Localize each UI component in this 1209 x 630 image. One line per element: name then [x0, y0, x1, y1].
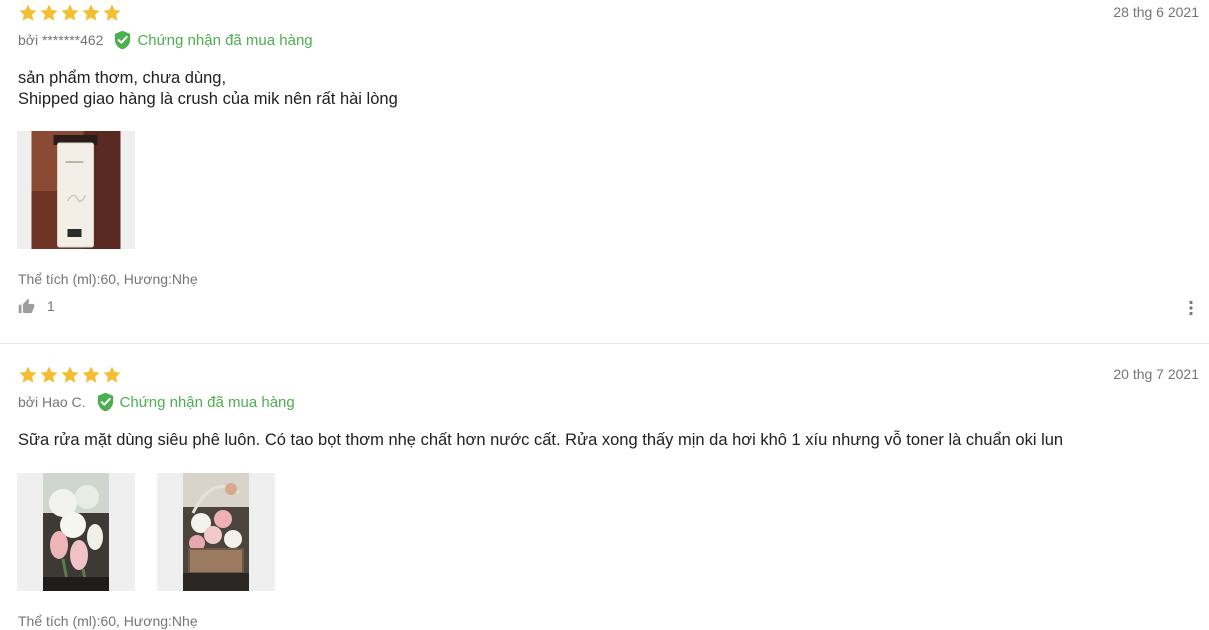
rating-stars	[18, 365, 122, 385]
review-photos	[17, 473, 275, 591]
review-photo-thumbnail[interactable]	[17, 473, 135, 591]
verified-label: Chứng nhận đã mua hàng	[119, 393, 295, 411]
star-icon	[82, 366, 100, 383]
review-author: bởi Hao C.	[18, 394, 86, 410]
verified-purchase-badge: Chứng nhận đã mua hàng	[96, 392, 295, 412]
star-icon	[103, 366, 121, 383]
star-icon	[61, 366, 79, 383]
review-variant: Thể tích (ml):60, Hương:Nhẹ	[18, 613, 198, 629]
review-layer: 20 thg 7 2021 bởi Hao C. Chứng nhận đã m…	[0, 0, 1209, 630]
verified-check-icon	[97, 392, 113, 412]
review-byline: bởi Hao C. Chứng nhận đã mua hàng	[18, 392, 295, 412]
review-date: 20 thg 7 2021	[1113, 366, 1199, 382]
review-photo-thumbnail[interactable]	[157, 473, 275, 591]
star-icon	[19, 366, 37, 383]
star-icon	[40, 366, 58, 383]
review-content: Sữa rửa mặt dùng siêu phê luôn. Có tao b…	[18, 431, 1064, 449]
